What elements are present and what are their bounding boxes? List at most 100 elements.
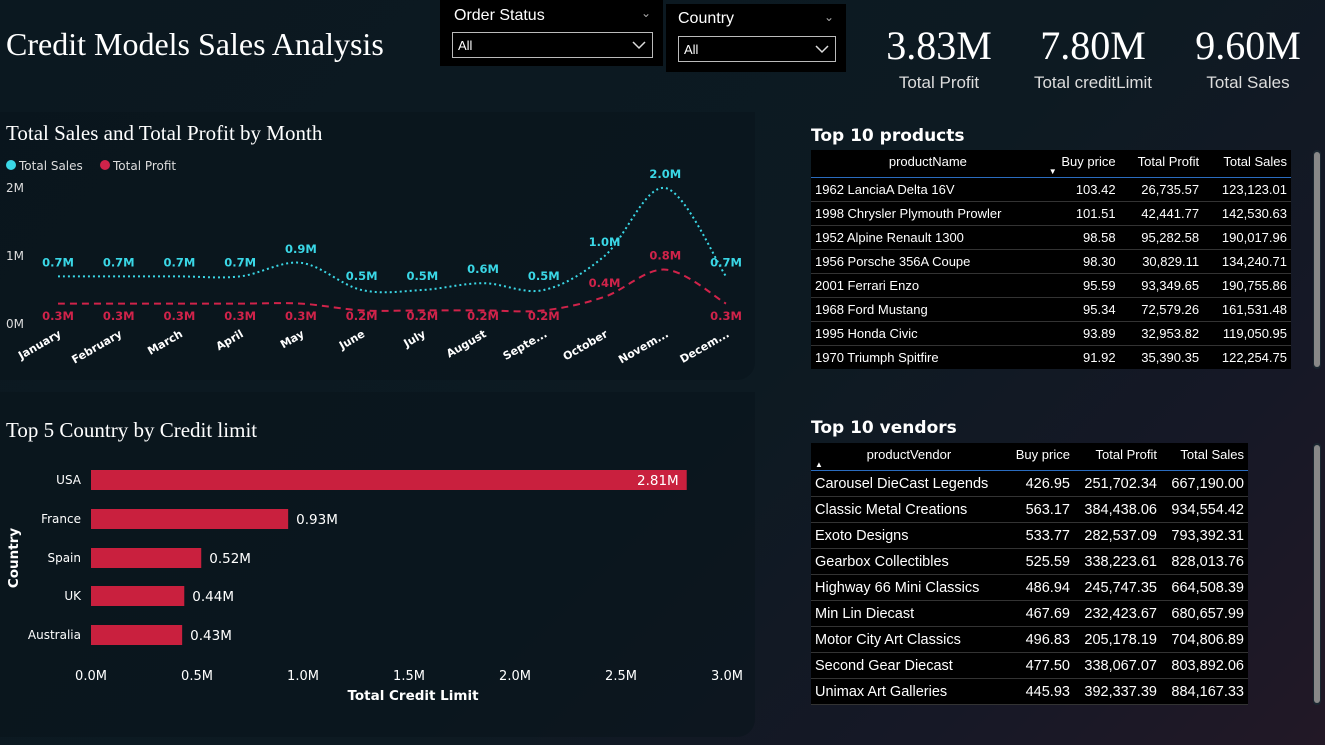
sort-descending-icon[interactable]: ▼	[1049, 167, 1057, 176]
y-tick-label: Spain	[47, 551, 81, 565]
table-row[interactable]: Carousel DieCast Legends 426.95 251,702.34…	[811, 470, 1248, 497]
table-cell: 1968 Ford Mustang	[811, 297, 1045, 322]
table-cell: 95,282.58	[1119, 225, 1204, 250]
column-header[interactable]: Total Profit	[1119, 150, 1204, 178]
table-row[interactable]: Exoto Designs 533.77 282,537.09 793,392.31	[811, 522, 1248, 549]
column-header-label: productVendor	[866, 447, 952, 462]
data-label: 0.3M	[42, 309, 74, 323]
vendors-table-title: Top 10 vendors	[811, 418, 957, 438]
column-header[interactable]: Total Sales	[1160, 443, 1248, 471]
column-header-label: Total Profit	[1095, 447, 1157, 462]
vendors-table[interactable]: productVendor ▲ Buy price Total Profit Total…	[811, 443, 1248, 705]
table-row[interactable]: 1956 Porsche 356A Coupe 98.30 30,829.11 134…	[811, 249, 1291, 274]
table-row[interactable]: Gearbox Collectibles 525.59 338,223.61 828,…	[811, 548, 1248, 575]
column-header[interactable]: Total Profit	[1073, 443, 1161, 471]
table-cell: 828,013.76	[1160, 548, 1248, 575]
data-label: 0.5M	[406, 269, 438, 283]
table-row[interactable]: 1995 Honda Civic 93.89 32,953.82 119,050.95	[811, 321, 1291, 346]
legend-label: Total Sales	[18, 159, 83, 173]
table-cell: 884,167.33	[1160, 678, 1248, 705]
column-header[interactable]: Total Sales	[1203, 150, 1291, 178]
data-label: 0.2M	[406, 309, 438, 323]
table-cell: 563.17	[1006, 496, 1074, 523]
table-row[interactable]: Highway 66 Mini Classics 486.94 245,747.35…	[811, 574, 1248, 601]
table-row[interactable]: 2001 Ferrari Enzo 95.59 93,349.65 190,755.8…	[811, 273, 1291, 298]
country-slicer[interactable]: Country ⌄ All	[666, 4, 846, 72]
table-cell: Gearbox Collectibles	[811, 548, 1007, 575]
data-label: 1.0M	[589, 235, 621, 249]
table-cell: Carousel DieCast Legends	[811, 470, 1007, 497]
order-status-slicer[interactable]: Order Status ⌄ All	[440, 0, 663, 66]
chevron-down-icon[interactable]: ⌄	[641, 6, 651, 20]
table-row[interactable]: Min Lin Diecast 467.69 232,423.67 680,657.9…	[811, 600, 1248, 627]
column-header-label: Total Sales	[1223, 154, 1287, 169]
table-cell: 803,892.06	[1160, 652, 1248, 679]
data-label: 2.81M	[637, 473, 679, 489]
x-tick-label: July	[401, 327, 428, 350]
kpi-total-profit-label: Total Profit	[898, 73, 980, 92]
order-status-dropdown[interactable]: All	[452, 32, 653, 58]
products-scrollbar[interactable]	[1313, 150, 1321, 369]
x-axis-title: Total Credit Limit	[347, 688, 479, 704]
table-cell: 190,017.96	[1203, 225, 1291, 250]
table-cell: 704,806.89	[1160, 626, 1248, 653]
table-cell: 2001 Ferrari Enzo	[811, 273, 1045, 298]
chevron-down-icon[interactable]: ⌄	[824, 10, 834, 24]
table-row[interactable]: 1998 Chrysler Plymouth Prowler 101.51 42,4…	[811, 201, 1291, 226]
x-tick-label: 2.0M	[499, 669, 531, 684]
table-cell: 30,829.11	[1119, 249, 1204, 274]
table-cell: 680,657.99	[1160, 600, 1248, 627]
table-cell: 95.34	[1044, 297, 1120, 322]
data-label: 2.0M	[649, 167, 681, 181]
y-tick-label: France	[41, 512, 81, 526]
table-row[interactable]: 1970 Triumph Spitfire 91.92 35,390.35 122,2…	[811, 345, 1291, 369]
y-tick-label: USA	[56, 473, 82, 487]
table-cell: 338,223.61	[1073, 548, 1161, 575]
y-tick-label: 1M	[6, 249, 24, 263]
x-tick-label: October	[561, 327, 611, 363]
table-row[interactable]: Second Gear Diecast 477.50 338,067.07 803,8…	[811, 652, 1248, 679]
x-tick-label: April	[214, 327, 246, 353]
table-row[interactable]: Motor City Art Classics 496.83 205,178.19 7…	[811, 626, 1248, 653]
table-cell: Classic Metal Creations	[811, 496, 1007, 523]
column-header[interactable]: Buy price	[1006, 443, 1074, 471]
table-cell: 1995 Honda Civic	[811, 321, 1045, 346]
data-label: 0.7M	[710, 255, 742, 269]
table-cell: 667,190.00	[1160, 470, 1248, 497]
table-row[interactable]: 1962 LanciaA Delta 16V 103.42 26,735.57 123…	[811, 177, 1291, 202]
bar	[91, 548, 202, 568]
table-row[interactable]: Classic Metal Creations 563.17 384,438.06 9…	[811, 496, 1248, 523]
table-row[interactable]: 1952 Alpine Renault 1300 98.58 95,282.58 19…	[811, 225, 1291, 250]
sort-ascending-icon[interactable]: ▲	[815, 460, 823, 469]
scrollbar-thumb[interactable]	[1314, 445, 1320, 703]
table-cell: 426.95	[1006, 470, 1074, 497]
data-label: 0.52M	[209, 551, 251, 567]
column-header[interactable]: Buy price ▼	[1044, 150, 1120, 178]
column-header[interactable]: productName	[811, 150, 1045, 178]
sales-profit-line-chart[interactable]: Total Sales Total Profit 0M 1M 2M 0.7M 0.7M 0.7…	[0, 150, 755, 380]
table-cell: 142,530.63	[1203, 201, 1291, 226]
country-credit-bar-chart[interactable]: USA 2.81M France 0.93M Spain 0.52M UK 0.44M Aust…	[0, 455, 755, 715]
data-label: 0.3M	[164, 309, 196, 323]
table-cell: Second Gear Diecast	[811, 652, 1007, 679]
table-cell: Min Lin Diecast	[811, 600, 1007, 627]
kpi-total-creditlimit-label: Total creditLimit	[1033, 73, 1153, 92]
scrollbar-thumb[interactable]	[1314, 152, 1320, 367]
table-cell: 98.30	[1044, 249, 1120, 274]
table-cell: 26,735.57	[1119, 177, 1204, 202]
x-tick-label: 1.0M	[287, 669, 319, 684]
country-dropdown[interactable]: All	[678, 36, 836, 62]
vendors-scrollbar[interactable]	[1313, 443, 1321, 705]
products-table[interactable]: productName Buy price ▼ Total Profit Total S…	[811, 150, 1291, 369]
kpi-total-sales-label: Total Sales	[1206, 73, 1290, 92]
y-tick-label: UK	[64, 589, 82, 603]
column-header-label: Buy price	[1061, 154, 1116, 169]
table-row[interactable]: 1968 Ford Mustang 95.34 72,579.26 161,531.4…	[811, 297, 1291, 322]
table-cell: 205,178.19	[1073, 626, 1161, 653]
column-header[interactable]: productVendor ▲	[811, 443, 1007, 471]
table-cell: 119,050.95	[1203, 321, 1291, 346]
bar	[91, 470, 687, 490]
table-cell: 445.93	[1006, 678, 1074, 705]
table-cell: 91.92	[1044, 345, 1120, 369]
table-row[interactable]: Unimax Art Galleries 445.93 392,337.39 884,…	[811, 678, 1248, 705]
